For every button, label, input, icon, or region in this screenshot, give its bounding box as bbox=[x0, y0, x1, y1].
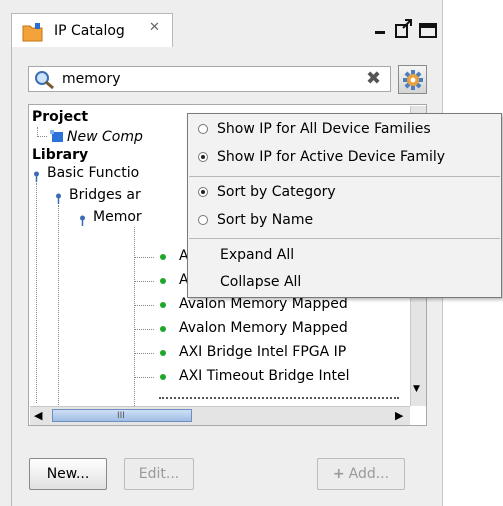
clear-search-icon[interactable]: ✖ bbox=[366, 69, 381, 89]
menu-item-sort-name[interactable]: Sort by Name bbox=[188, 208, 501, 234]
ip-dot-icon bbox=[160, 374, 166, 380]
scroll-thumb-grip: III bbox=[117, 411, 125, 421]
scroll-down-icon[interactable]: ▼ bbox=[413, 384, 420, 394]
radio-icon bbox=[198, 215, 208, 225]
tree-connector bbox=[58, 205, 59, 405]
tree-connector bbox=[37, 136, 47, 137]
radio-icon bbox=[198, 124, 208, 134]
radio-selected-icon bbox=[198, 187, 208, 197]
ip-dot-icon bbox=[160, 326, 166, 332]
radio-selected-icon bbox=[198, 152, 208, 162]
edit-button[interactable]: Edit... bbox=[124, 458, 194, 490]
ip-dot-icon bbox=[160, 278, 166, 284]
tree-leaf-item[interactable]: AXI Bridge Intel FPGA IP bbox=[179, 344, 346, 360]
folder-icon bbox=[22, 22, 44, 46]
tree-connector bbox=[134, 305, 154, 306]
tree-connector bbox=[134, 329, 154, 330]
minimize-icon[interactable] bbox=[374, 18, 388, 44]
add-button[interactable]: + Add... bbox=[317, 458, 405, 490]
tree-clipped-row bbox=[159, 395, 399, 401]
scroll-right-icon[interactable]: ▶ bbox=[395, 409, 403, 422]
menu-item-collapse-all[interactable]: Collapse All bbox=[188, 270, 501, 296]
tree-expander-icon[interactable] bbox=[31, 171, 42, 182]
tree-connector bbox=[36, 183, 37, 403]
search-icon bbox=[34, 70, 56, 94]
tree-item-new-component[interactable]: New Comp bbox=[67, 129, 143, 145]
tree-leaf-item[interactable]: Avalon Memory Mapped bbox=[179, 296, 348, 312]
settings-button[interactable] bbox=[398, 65, 427, 94]
menu-item-expand-all[interactable]: Expand All bbox=[188, 243, 501, 269]
ip-dot-icon bbox=[160, 254, 166, 260]
scroll-left-icon[interactable]: ◀ bbox=[34, 409, 42, 422]
tab-ip-catalog[interactable]: IP Catalog ✕ bbox=[11, 13, 173, 48]
search-input[interactable] bbox=[62, 69, 352, 89]
gear-icon bbox=[402, 69, 424, 95]
ip-dot-icon bbox=[160, 302, 166, 308]
tree-expander-icon[interactable] bbox=[53, 193, 64, 204]
tree-item-memory[interactable]: Memor bbox=[93, 209, 142, 225]
search-box: ✖ bbox=[28, 66, 391, 92]
tree-item-basic-functions[interactable]: Basic Functio bbox=[47, 165, 139, 181]
tree-leaf-item[interactable]: AXI Timeout Bridge Intel bbox=[179, 368, 349, 384]
menu-item-show-active-family[interactable]: Show IP for Active Device Family bbox=[188, 145, 501, 171]
add-icon: + bbox=[332, 466, 345, 482]
menu-separator bbox=[189, 238, 500, 239]
menu-separator bbox=[189, 176, 500, 177]
tree-expander-icon[interactable] bbox=[77, 215, 88, 226]
window-controls bbox=[370, 18, 440, 42]
menu-item-sort-category[interactable]: Sort by Category bbox=[188, 180, 501, 206]
add-button-label: Add... bbox=[348, 466, 390, 482]
restore-icon[interactable] bbox=[394, 18, 414, 44]
tree-project-header: Project bbox=[32, 109, 89, 125]
tree-connector bbox=[134, 281, 154, 282]
tree-leaf-item[interactable]: Avalon Memory Mapped bbox=[179, 320, 348, 336]
horizontal-scrollbar[interactable]: ◀ III ▶ bbox=[30, 406, 410, 425]
tab-title: IP Catalog bbox=[54, 23, 125, 39]
component-icon bbox=[49, 129, 65, 147]
catalog-options-menu: Show IP for All Device Families Show IP … bbox=[187, 113, 502, 298]
menu-item-show-all-families[interactable]: Show IP for All Device Families bbox=[188, 117, 501, 143]
tab-close-icon[interactable]: ✕ bbox=[149, 20, 160, 35]
tree-library-header: Library bbox=[32, 147, 89, 163]
tree-connector bbox=[134, 353, 154, 354]
tree-connector bbox=[134, 377, 154, 378]
horizontal-scroll-thumb[interactable]: III bbox=[52, 409, 192, 422]
new-button[interactable]: New... bbox=[29, 458, 107, 490]
ip-dot-icon bbox=[160, 350, 166, 356]
tree-connector bbox=[134, 257, 154, 258]
tree-connector bbox=[134, 227, 135, 412]
maximize-icon[interactable] bbox=[418, 18, 438, 44]
tree-item-bridges[interactable]: Bridges ar bbox=[69, 187, 141, 203]
